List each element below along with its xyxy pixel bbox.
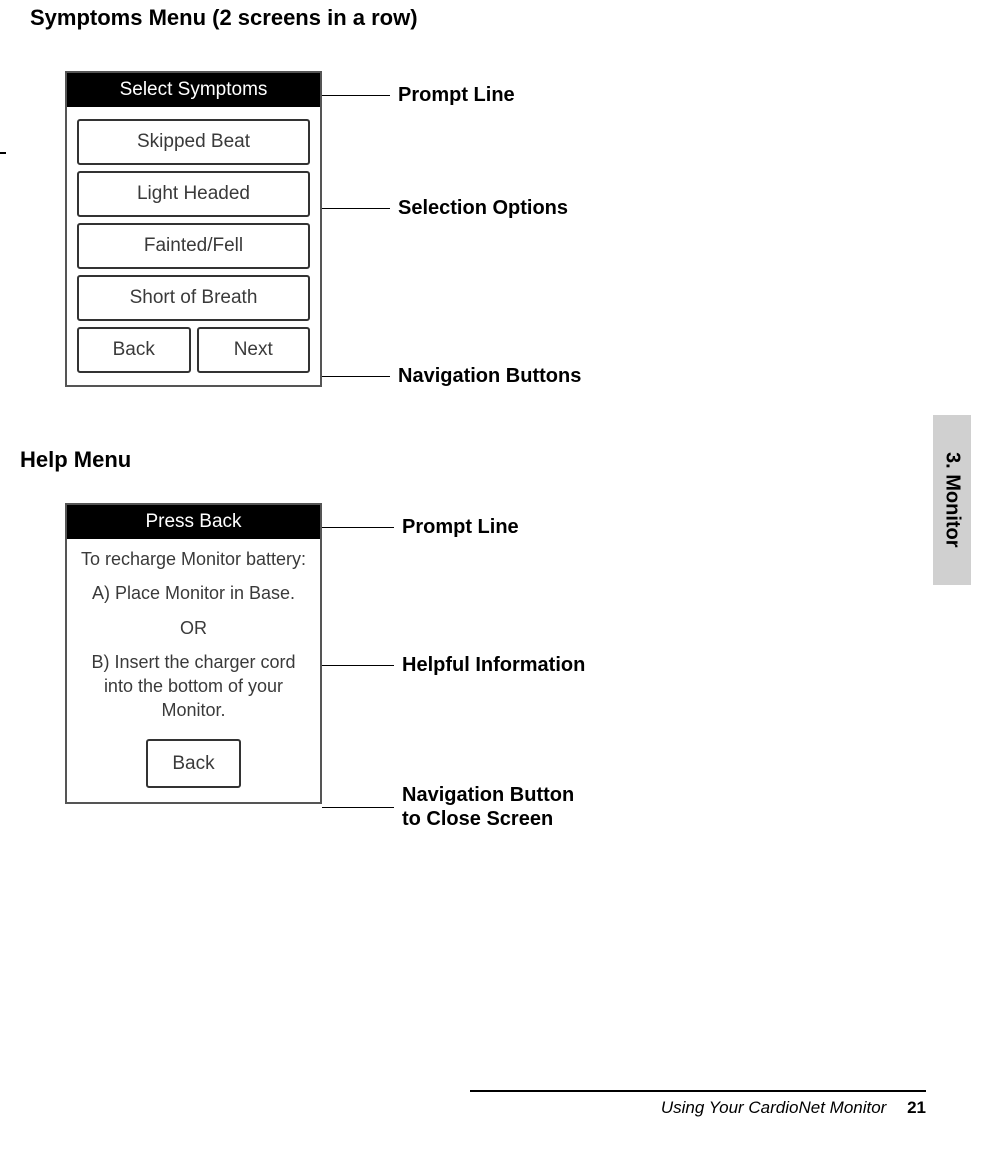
footer-title: Using Your CardioNet Monitor <box>661 1098 887 1117</box>
help-line-1: To recharge Monitor battery: <box>77 547 310 571</box>
symptoms-prompt-bar: Select Symptoms <box>67 73 320 107</box>
label-helpful-info: Helpful Information <box>402 653 585 677</box>
leader-line <box>322 665 394 666</box>
symptoms-body: Skipped Beat Light Headed Fainted/Fell S… <box>67 107 320 385</box>
option-light-headed[interactable]: Light Headed <box>77 171 310 217</box>
page-footer: Using Your CardioNet Monitor 21 <box>470 1090 926 1118</box>
label-prompt-line: Prompt Line <box>398 83 515 107</box>
label-nav-close: Navigation Button to Close Screen <box>402 783 574 831</box>
back-button[interactable]: Back <box>77 327 191 373</box>
help-screen: Press Back To recharge Monitor battery: … <box>65 503 322 804</box>
label-help-prompt: Prompt Line <box>402 515 519 539</box>
option-skipped-beat[interactable]: Skipped Beat <box>77 119 310 165</box>
help-diagram: Press Back To recharge Monitor battery: … <box>65 503 996 804</box>
help-heading: Help Menu <box>20 447 996 473</box>
help-or: OR <box>77 616 310 640</box>
margin-dash <box>0 152 6 154</box>
leader-line <box>322 95 390 96</box>
symptoms-heading: Symptoms Menu (2 screens in a row) <box>30 5 996 31</box>
chapter-tab-text: 3. Monitor <box>941 452 964 548</box>
help-prompt-bar: Press Back <box>67 505 320 539</box>
symptoms-screen: Select Symptoms Skipped Beat Light Heade… <box>65 71 322 387</box>
help-line-3: B) Insert the charger cord into the bott… <box>77 650 310 723</box>
help-back-button[interactable]: Back <box>146 739 240 789</box>
label-navigation-buttons: Navigation Buttons <box>398 364 581 388</box>
help-line-2: A) Place Monitor in Base. <box>77 581 310 605</box>
option-short-of-breath[interactable]: Short of Breath <box>77 275 310 321</box>
option-fainted-fell[interactable]: Fainted/Fell <box>77 223 310 269</box>
help-body: To recharge Monitor battery: A) Place Mo… <box>67 539 320 802</box>
label-selection-options: Selection Options <box>398 196 568 220</box>
page-number: 21 <box>907 1098 926 1117</box>
chapter-tab: 3. Monitor <box>933 415 971 585</box>
leader-line <box>322 527 394 528</box>
leader-line <box>322 208 390 209</box>
symptoms-diagram: Select Symptoms Skipped Beat Light Heade… <box>65 71 996 387</box>
leader-line <box>322 376 390 377</box>
leader-line <box>322 807 394 808</box>
nav-row: Back Next <box>77 327 310 373</box>
next-button[interactable]: Next <box>197 327 311 373</box>
